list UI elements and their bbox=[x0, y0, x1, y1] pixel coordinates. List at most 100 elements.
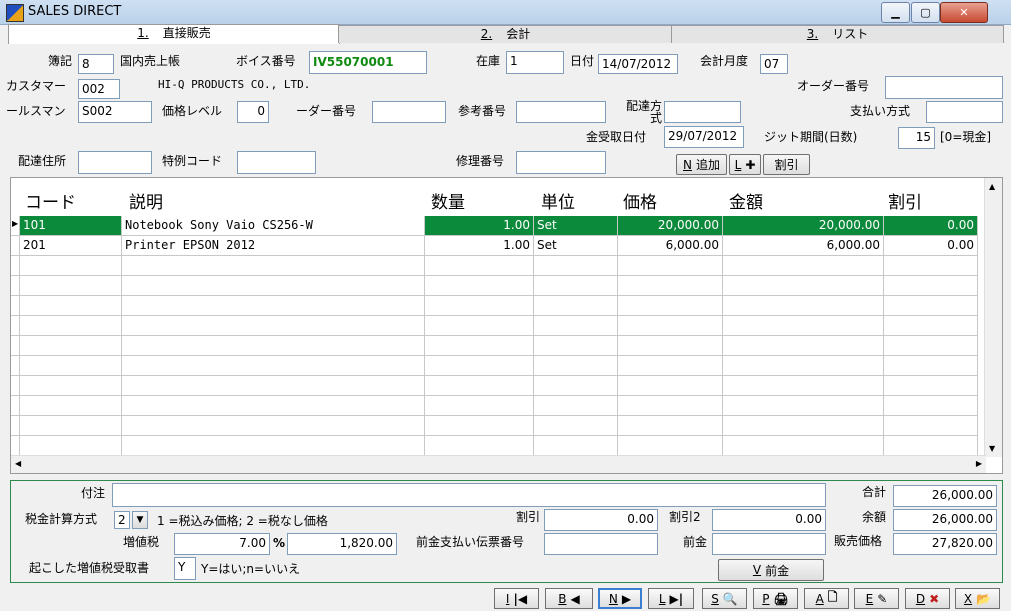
col-price[interactable]: 価格 bbox=[623, 188, 657, 213]
empty-cell[interactable] bbox=[20, 416, 122, 435]
next-record-button[interactable]: N ▶ bbox=[598, 588, 642, 609]
special-code-field[interactable] bbox=[237, 151, 316, 174]
empty-cell[interactable] bbox=[425, 356, 534, 375]
edit-record-button[interactable]: E ✎ bbox=[854, 588, 899, 609]
cell-discount[interactable]: 0.00 bbox=[884, 236, 978, 255]
col-discount[interactable]: 割引 bbox=[888, 188, 922, 213]
last-record-button[interactable]: L ▶| bbox=[648, 588, 694, 609]
empty-cell[interactable] bbox=[884, 296, 978, 315]
empty-cell[interactable] bbox=[20, 356, 122, 375]
empty-cell[interactable] bbox=[20, 336, 122, 355]
empty-cell[interactable] bbox=[20, 256, 122, 275]
empty-cell[interactable] bbox=[723, 256, 884, 275]
empty-table-row[interactable] bbox=[11, 416, 978, 436]
empty-cell[interactable] bbox=[122, 316, 425, 335]
tax-method-select[interactable]: 2 bbox=[114, 511, 130, 529]
empty-cell[interactable] bbox=[20, 436, 122, 455]
cell-description[interactable]: Notebook Sony Vaio CS256-W bbox=[122, 216, 425, 235]
col-amount[interactable]: 金額 bbox=[729, 188, 763, 213]
cell-quantity[interactable]: 1.00 bbox=[425, 236, 534, 255]
maximize-button[interactable]: ▢ bbox=[911, 2, 940, 23]
empty-cell[interactable] bbox=[618, 316, 723, 335]
customer-field[interactable]: 002 bbox=[78, 79, 120, 99]
order-no-2-field[interactable] bbox=[372, 101, 446, 123]
close-button[interactable]: ✕ bbox=[940, 2, 988, 23]
credit-period-field[interactable]: 15 bbox=[898, 127, 935, 149]
cell-price[interactable]: 6,000.00 bbox=[618, 236, 723, 255]
empty-cell[interactable] bbox=[618, 356, 723, 375]
empty-cell[interactable] bbox=[884, 276, 978, 295]
tab-list[interactable]: 3. リスト bbox=[671, 25, 1004, 43]
payment-method-field[interactable] bbox=[926, 101, 1003, 123]
empty-cell[interactable] bbox=[534, 296, 618, 315]
l-insert-button[interactable]: L ✚ bbox=[729, 154, 761, 175]
salesman-field[interactable]: S002 bbox=[78, 101, 152, 123]
empty-table-row[interactable] bbox=[11, 256, 978, 276]
empty-cell[interactable] bbox=[618, 256, 723, 275]
empty-cell[interactable] bbox=[425, 436, 534, 455]
empty-cell[interactable] bbox=[534, 316, 618, 335]
scroll-left-icon[interactable]: ◀ bbox=[15, 459, 21, 468]
reference-field[interactable] bbox=[516, 101, 606, 123]
empty-cell[interactable] bbox=[723, 296, 884, 315]
empty-cell[interactable] bbox=[534, 336, 618, 355]
empty-cell[interactable] bbox=[618, 336, 723, 355]
prepay-field[interactable] bbox=[712, 533, 826, 555]
minimize-button[interactable]: ▁ bbox=[881, 2, 910, 23]
cell-amount[interactable]: 20,000.00 bbox=[723, 216, 884, 235]
cell-quantity[interactable]: 1.00 bbox=[425, 216, 534, 235]
empty-cell[interactable] bbox=[122, 336, 425, 355]
empty-cell[interactable] bbox=[425, 256, 534, 275]
empty-cell[interactable] bbox=[618, 376, 723, 395]
vertical-scrollbar[interactable]: ▲ ▼ bbox=[984, 178, 1002, 457]
empty-cell[interactable] bbox=[618, 436, 723, 455]
empty-cell[interactable] bbox=[20, 396, 122, 415]
add-record-button[interactable]: A 🗋 bbox=[804, 588, 849, 609]
empty-cell[interactable] bbox=[884, 376, 978, 395]
first-record-button[interactable]: I |◀ bbox=[494, 588, 539, 609]
empty-cell[interactable] bbox=[618, 276, 723, 295]
empty-table-row[interactable] bbox=[11, 296, 978, 316]
cell-unit[interactable]: Set bbox=[534, 236, 618, 255]
empty-table-row[interactable] bbox=[11, 316, 978, 336]
empty-cell[interactable] bbox=[723, 316, 884, 335]
empty-cell[interactable] bbox=[122, 256, 425, 275]
empty-cell[interactable] bbox=[723, 416, 884, 435]
add-line-button[interactable]: N 追加 bbox=[676, 154, 727, 175]
book-field[interactable]: 8 bbox=[78, 54, 114, 74]
vat-receipt-field[interactable]: Y bbox=[174, 557, 196, 580]
empty-cell[interactable] bbox=[20, 316, 122, 335]
scroll-down-icon[interactable]: ▼ bbox=[989, 444, 995, 453]
discount-button[interactable]: 割引 bbox=[763, 154, 810, 175]
empty-cell[interactable] bbox=[884, 316, 978, 335]
receipt-date-field[interactable]: 29/07/2012 bbox=[664, 126, 744, 148]
empty-cell[interactable] bbox=[618, 396, 723, 415]
empty-table-row[interactable] bbox=[11, 436, 978, 456]
prepay-voucher-field[interactable] bbox=[544, 533, 658, 555]
search-button[interactable]: S 🔍 bbox=[702, 588, 747, 609]
empty-table-row[interactable] bbox=[11, 356, 978, 376]
table-row[interactable]: 201 Printer EPSON 2012 1.00 Set 6,000.00… bbox=[11, 236, 978, 256]
cell-code[interactable]: 201 bbox=[20, 236, 122, 255]
cell-amount[interactable]: 6,000.00 bbox=[723, 236, 884, 255]
empty-cell[interactable] bbox=[20, 296, 122, 315]
empty-cell[interactable] bbox=[618, 296, 723, 315]
discount2-field[interactable]: 0.00 bbox=[712, 509, 826, 531]
empty-cell[interactable] bbox=[425, 316, 534, 335]
empty-cell[interactable] bbox=[618, 416, 723, 435]
empty-cell[interactable] bbox=[884, 336, 978, 355]
tab-accounting[interactable]: 2. 会計 bbox=[338, 25, 673, 43]
empty-cell[interactable] bbox=[884, 356, 978, 375]
col-description[interactable]: 説明 bbox=[129, 188, 163, 213]
cell-code[interactable]: 101 bbox=[20, 216, 122, 235]
empty-table-row[interactable] bbox=[11, 396, 978, 416]
empty-cell[interactable] bbox=[20, 276, 122, 295]
empty-cell[interactable] bbox=[534, 356, 618, 375]
empty-cell[interactable] bbox=[534, 256, 618, 275]
delivery-method-field[interactable] bbox=[664, 101, 741, 123]
delivery-address-field[interactable] bbox=[78, 151, 152, 174]
empty-table-row[interactable] bbox=[11, 276, 978, 296]
stock-field[interactable]: 1 bbox=[506, 51, 564, 74]
date-field[interactable]: 14/07/2012 bbox=[598, 54, 678, 74]
empty-cell[interactable] bbox=[723, 376, 884, 395]
